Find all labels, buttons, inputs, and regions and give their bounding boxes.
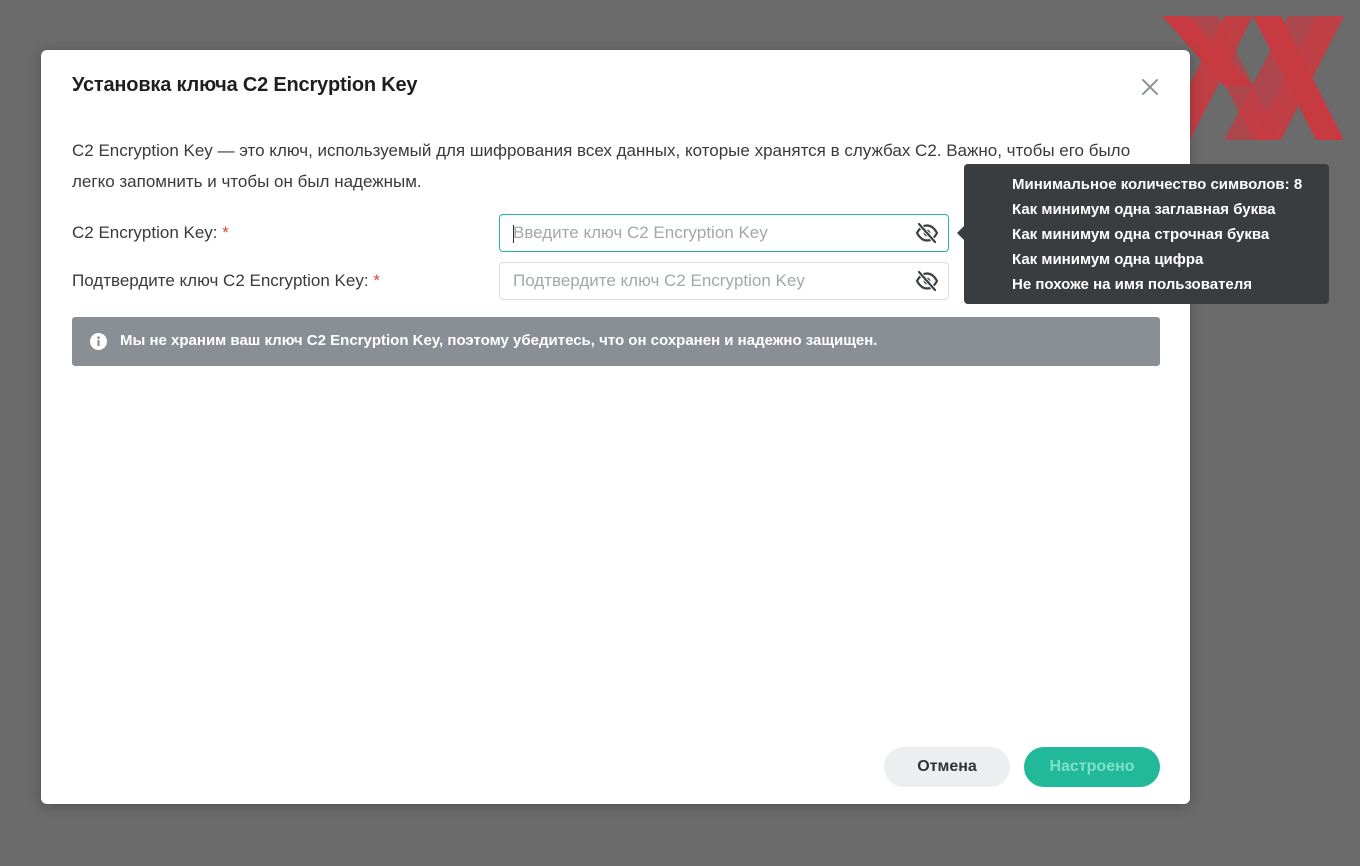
requirement-item: Как минимум одна цифра (1012, 251, 1204, 268)
toggle-visibility-button[interactable] (915, 222, 939, 244)
close-icon (1142, 79, 1158, 95)
cancel-button[interactable]: Отмена (884, 747, 1010, 787)
required-mark: * (373, 271, 380, 290)
toggle-visibility-button[interactable] (915, 270, 939, 292)
confirm-label: Подтвердите ключ C2 Encryption Key: * (72, 271, 380, 291)
confirm-label-text: Подтвердите ключ C2 Encryption Key: (72, 271, 369, 290)
eye-off-icon (915, 270, 939, 292)
key-input[interactable] (513, 215, 903, 251)
close-button[interactable] (1137, 74, 1163, 100)
text-caret (513, 225, 514, 243)
eye-off-icon (915, 222, 939, 244)
requirement-item: Не похоже на имя пользователя (1012, 276, 1253, 293)
requirement-item: Как минимум одна заглавная буква (1012, 201, 1276, 218)
key-label: C2 Encryption Key: * (72, 223, 229, 243)
requirement-item: Минимальное количество символов: 8 (1012, 176, 1303, 193)
key-field[interactable] (499, 214, 949, 252)
requirements-list: Минимальное количество символов: 8 Как м… (1012, 172, 1302, 297)
password-requirements-tooltip: Минимальное количество символов: 8 Как м… (964, 164, 1329, 304)
info-banner-text: Мы не храним ваш ключ C2 Encryption Key,… (120, 332, 878, 349)
requirement-item: Как минимум одна строчная буква (1012, 226, 1270, 243)
confirm-field[interactable] (499, 262, 949, 300)
confirm-input[interactable] (513, 263, 903, 299)
info-icon (90, 333, 107, 350)
required-mark: * (222, 223, 229, 242)
key-label-text: C2 Encryption Key: (72, 223, 218, 242)
info-banner: Мы не храним ваш ключ C2 Encryption Key,… (72, 317, 1160, 366)
dialog-title: Установка ключа C2 Encryption Key (72, 74, 418, 96)
submit-button[interactable]: Настроено (1024, 747, 1160, 787)
